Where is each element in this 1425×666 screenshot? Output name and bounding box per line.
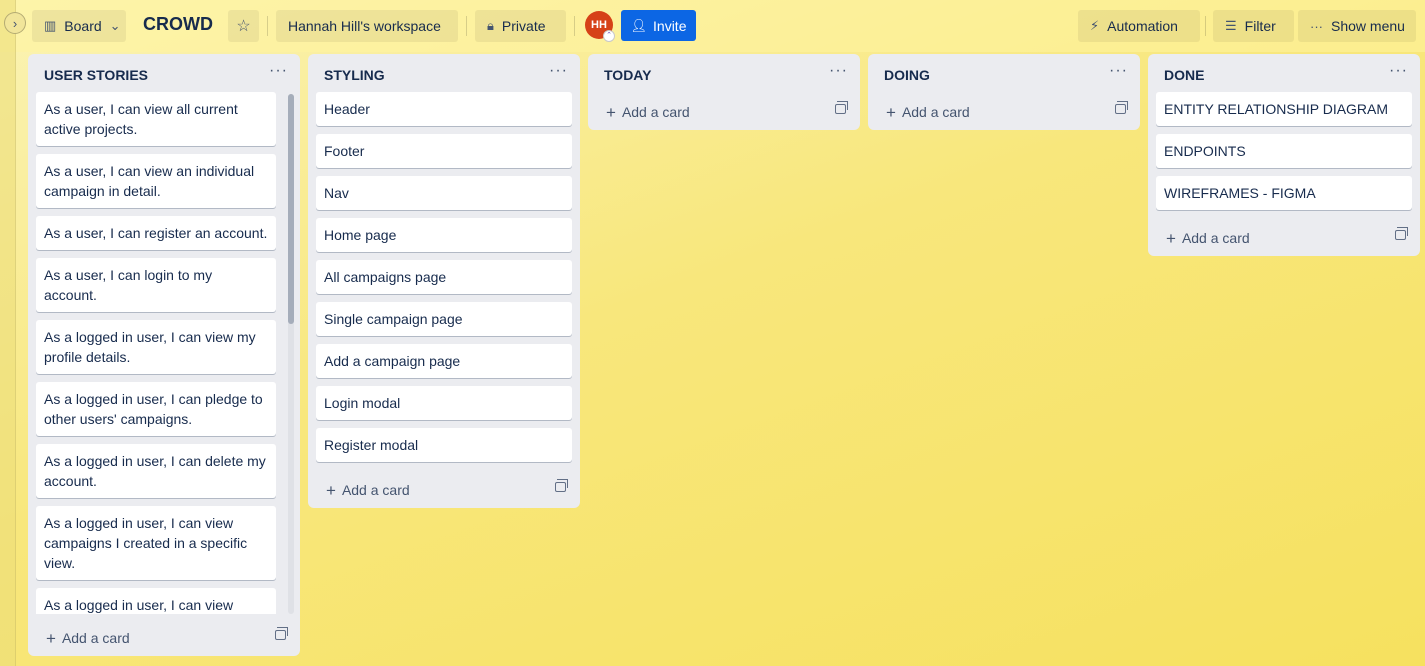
card[interactable]: As a logged in user, I can delete my acc… xyxy=(36,444,276,498)
divider xyxy=(574,16,575,36)
list-menu-icon[interactable]: ··· xyxy=(829,62,848,80)
star-button[interactable]: ☆ xyxy=(228,10,259,42)
expand-sidebar-button[interactable]: › xyxy=(4,12,26,34)
card[interactable]: ENDPOINTS xyxy=(1156,134,1412,168)
add-card-label: Add a card xyxy=(1181,230,1250,246)
card[interactable]: All campaigns page xyxy=(316,260,572,294)
list-header: STYLING ··· xyxy=(308,54,580,92)
list-header: DONE ··· xyxy=(1148,54,1420,92)
filter-label: Filter xyxy=(1244,18,1276,34)
add-card-button[interactable]: + Add a card xyxy=(308,470,580,508)
add-card-label: Add a card xyxy=(621,104,690,120)
card[interactable]: Footer xyxy=(316,134,572,168)
chevron-down-icon: ⌄ xyxy=(109,18,121,33)
card[interactable]: Header xyxy=(316,92,572,126)
list-header: DOING ··· xyxy=(868,54,1140,92)
card-template-icon[interactable] xyxy=(1115,101,1128,114)
plus-icon: + xyxy=(886,103,896,122)
plus-icon: + xyxy=(606,103,616,122)
lock-icon: 🔒︎ xyxy=(487,18,494,33)
list-title[interactable]: DOING xyxy=(884,67,930,83)
board-icon: ▥ xyxy=(44,18,57,33)
list-done: DONE ··· ENTITY RELATIONSHIP DIAGRAM END… xyxy=(1148,54,1420,256)
card[interactable]: As a logged in user, I can view campaign… xyxy=(36,506,276,580)
show-menu-button[interactable]: ··· Show menu xyxy=(1298,10,1416,42)
list-header: USER STORIES ··· xyxy=(28,54,300,92)
card[interactable]: Login modal xyxy=(316,386,572,420)
list-menu-icon[interactable]: ··· xyxy=(1109,62,1128,80)
card[interactable]: Register modal xyxy=(316,428,572,462)
star-icon: ☆ xyxy=(236,18,251,35)
add-card-label: Add a card xyxy=(901,104,970,120)
chevron-right-icon: › xyxy=(12,15,18,31)
list-title[interactable]: USER STORIES xyxy=(44,67,148,83)
card[interactable]: As a user, I can login to my account. xyxy=(36,258,276,312)
card[interactable]: As a logged in user, I can view xyxy=(36,588,276,614)
invite-label: Invite xyxy=(653,17,687,34)
admin-badge-icon: ⌃ xyxy=(603,30,615,42)
add-card-button[interactable]: + Add a card xyxy=(28,618,300,656)
card[interactable]: As a user, I can view an individual camp… xyxy=(36,154,276,208)
list-menu-icon[interactable]: ··· xyxy=(549,62,568,80)
list-title[interactable]: STYLING xyxy=(324,67,385,83)
list-title[interactable]: TODAY xyxy=(604,67,651,83)
list-cards: ENTITY RELATIONSHIP DIAGRAM ENDPOINTS WI… xyxy=(1148,92,1420,210)
automation-label: Automation xyxy=(1107,18,1178,34)
card[interactable]: WIREFRAMES - FIGMA xyxy=(1156,176,1412,210)
show-menu-label: Show menu xyxy=(1331,18,1405,34)
more-icon: ··· xyxy=(1310,18,1323,34)
filter-icon: ☰ xyxy=(1225,18,1237,33)
board-title[interactable]: CROWD xyxy=(143,14,213,35)
add-card-button[interactable]: + Add a card xyxy=(868,92,1140,130)
card[interactable]: Home page xyxy=(316,218,572,252)
card[interactable]: As a logged in user, I can pledge to oth… xyxy=(36,382,276,436)
filter-button[interactable]: ☰ Filter xyxy=(1213,10,1294,42)
divider xyxy=(466,16,467,36)
workspace-label: Hannah Hill's workspace xyxy=(288,18,441,34)
add-user-icon: 👤︎ xyxy=(630,17,648,33)
lightning-icon: ⚡︎ xyxy=(1090,18,1100,33)
list-cards: As a user, I can view all current active… xyxy=(28,92,284,614)
view-switcher-button[interactable]: ▥ Board ⌄ xyxy=(32,10,126,42)
divider xyxy=(267,16,268,36)
card-template-icon[interactable] xyxy=(555,479,568,492)
card[interactable]: As a user, I can register an account. xyxy=(36,216,276,250)
list-doing: DOING ··· + Add a card xyxy=(868,54,1140,130)
add-card-button[interactable]: + Add a card xyxy=(1148,218,1420,256)
card[interactable]: Add a campaign page xyxy=(316,344,572,378)
add-card-button[interactable]: + Add a card xyxy=(588,92,860,130)
list-menu-icon[interactable]: ··· xyxy=(1389,62,1408,80)
list-menu-icon[interactable]: ··· xyxy=(269,62,288,80)
view-label: Board xyxy=(64,18,102,34)
plus-icon: + xyxy=(326,481,336,500)
card[interactable]: As a logged in user, I can view my profi… xyxy=(36,320,276,374)
card-template-icon[interactable] xyxy=(1395,227,1408,240)
card[interactable]: Nav xyxy=(316,176,572,210)
card-template-icon[interactable] xyxy=(275,627,288,640)
list-styling: STYLING ··· Header Footer Nav Home page … xyxy=(308,54,580,508)
card[interactable]: Single campaign page xyxy=(316,302,572,336)
plus-icon: + xyxy=(46,629,56,648)
automation-button[interactable]: ⚡︎ Automation xyxy=(1078,10,1200,42)
list-cards: Header Footer Nav Home page All campaign… xyxy=(308,92,580,462)
card[interactable]: As a user, I can view all current active… xyxy=(36,92,276,146)
card-template-icon[interactable] xyxy=(835,101,848,114)
card[interactable]: ENTITY RELATIONSHIP DIAGRAM xyxy=(1156,92,1412,126)
list-header: TODAY ··· xyxy=(588,54,860,92)
list-title[interactable]: DONE xyxy=(1164,67,1204,83)
board-header: ▥ Board ⌄ CROWD ☆ Hannah Hill's workspac… xyxy=(0,0,1425,52)
list-user-stories: USER STORIES ··· As a user, I can view a… xyxy=(28,54,300,656)
list-today: TODAY ··· + Add a card xyxy=(588,54,860,130)
scrollbar-thumb[interactable] xyxy=(288,94,294,324)
workspace-button[interactable]: Hannah Hill's workspace xyxy=(276,10,458,42)
visibility-label: Private xyxy=(501,18,546,34)
add-card-label: Add a card xyxy=(61,630,130,646)
visibility-button[interactable]: 🔒︎ Private xyxy=(475,10,566,42)
sidebar-collapsed xyxy=(0,0,16,666)
add-card-label: Add a card xyxy=(341,482,410,498)
invite-button[interactable]: 👤︎ Invite xyxy=(621,10,696,41)
divider xyxy=(1205,16,1206,36)
plus-icon: + xyxy=(1166,229,1176,248)
list-scrollbar[interactable] xyxy=(288,94,294,614)
